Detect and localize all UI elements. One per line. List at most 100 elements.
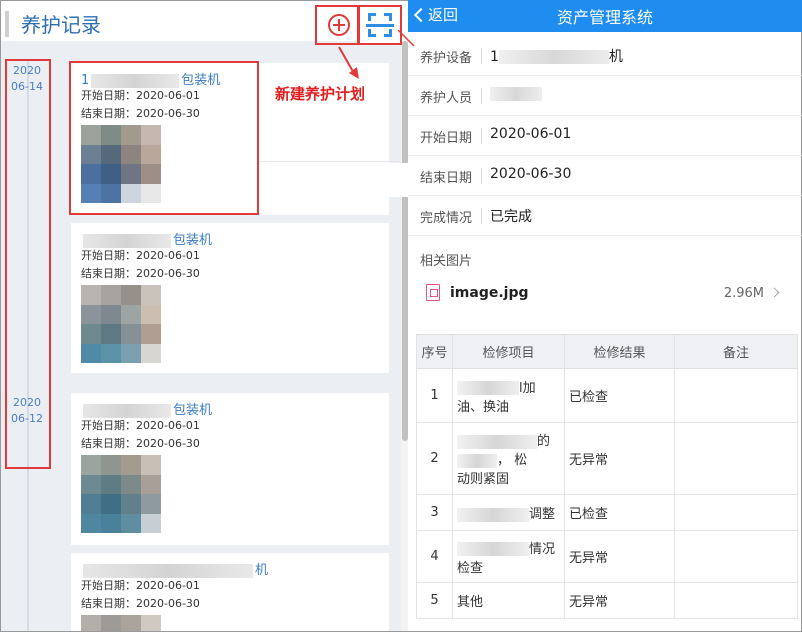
file-name: image.jpg [450,285,529,301]
record-card[interactable]: 包装机 开始日期：2020-06-01 结束日期：2020-06-30 [71,393,389,545]
thumbnail-tile [141,474,161,494]
page-title: 养护记录 [21,13,101,37]
record-start-date: 开始日期：2020-06-01 [81,249,200,262]
redacted-text [83,233,171,248]
row-result: 无异常 [564,582,675,619]
app-title: 资产管理系统 [556,8,653,27]
column-header: 检修项目 [452,334,565,369]
row-number: 1 [416,368,453,423]
redacted-text [490,87,542,101]
thumbnail-tile [101,513,121,533]
table-row: 1 l加 油、换油 已检查 [416,368,798,423]
redacted-text [498,50,609,64]
field-label: 结束日期 [420,171,473,186]
redacted-text [457,453,497,468]
record-name: 包装机 [81,399,379,418]
thumbnail-tile [141,494,161,514]
record-start-date: 开始日期：2020-06-01 [81,579,200,592]
header-accent-bar [5,11,9,37]
record-thumbnail[interactable] [81,455,161,533]
thumbnail-tile [101,615,121,631]
arrow-icon [338,46,359,79]
column-header: 序号 [416,334,453,369]
table-row: 2 的 ， 松 动则紧固 无异常 [416,422,798,495]
thumbnail-tile [121,455,141,475]
field-label: 养护人员 [420,91,473,106]
row-number: 5 [416,582,453,619]
thumbnail-tile [121,513,141,533]
file-size: 2.96M [723,286,764,301]
thumbnail-tile [121,494,141,514]
redacted-text [83,403,171,418]
add-plan-button[interactable] [315,5,359,45]
record-thumbnail[interactable] [81,615,161,631]
thumbnail-tile [141,615,161,631]
thumbnail-tile [81,324,101,344]
table-row: 5 其他 无异常 [416,582,798,619]
row-item: 情况 检查 [452,530,565,583]
thumbnail-tile [101,285,121,305]
thumbnail-tile [121,285,141,305]
row-item: 调整 [452,494,565,531]
table-row: 3 调整 已检查 [416,494,798,531]
thumbnail-tile [141,513,161,533]
card-divider [259,161,408,162]
record-name: 包装机 [81,229,379,248]
thumbnail-tile [121,324,141,344]
image-file-icon [426,284,440,301]
table-header-row: 序号 检修项目 检修结果 备注 [416,334,798,369]
redacted-text [457,542,529,556]
field-value [490,86,542,102]
field-equipment: 养护设备 1机 [408,36,802,76]
chevron-right-icon [769,287,780,298]
field-start-date: 开始日期 2020-06-01 [408,116,802,156]
field-value: 2020-06-30 [490,166,572,182]
row-item: l加 油、换油 [452,368,565,423]
thumbnail-tile [141,343,161,363]
thumbnail-tile [141,285,161,305]
column-header: 检修结果 [564,334,675,369]
thumbnail-tile [101,324,121,344]
thumbnail-tile [121,615,141,631]
field-end-date: 结束日期 2020-06-30 [408,156,802,196]
redacted-text [457,381,519,395]
thumbnail-tile [121,304,141,324]
record-card[interactable]: 机 开始日期：2020-06-01 结束日期：2020-06-30 [71,553,389,631]
blank-area [389,163,408,197]
field-label: 养护设备 [420,51,473,66]
thumbnail-tile [141,455,161,475]
record-end-date: 结束日期：2020-06-30 [81,437,200,450]
annotation-label: 新建养护计划 [275,85,366,103]
thumbnail-tile [101,494,121,514]
field-value: 已完成 [490,209,532,225]
thumbnail-tile [81,494,101,514]
plus-circle-icon [328,14,350,36]
record-thumbnail[interactable] [81,285,161,363]
images-label: 相关图片 [420,254,473,269]
redacted-text [457,434,537,449]
maintenance-list-panel: 养护记录 2020 06-14 2020 06-12 1 包装机 开始日期：202… [0,0,408,632]
thumbnail-tile [101,304,121,324]
thumbnail-tile [81,455,101,475]
row-result: 无异常 [564,422,675,495]
row-item: 其他 [452,582,565,619]
thumbnail-tile [121,474,141,494]
inspection-table: 序号 检修项目 检修结果 备注 1 l加 油、换油 已检查 2 的 ， 松 动则… [416,334,798,619]
thumbnail-tile [81,343,101,363]
thumbnail-tile [101,343,121,363]
back-button[interactable]: 返回 [412,4,458,25]
detail-panel: 资产管理系统 返回 养护设备 1机 养护人员 开始日期 2020-06-01 结… [398,0,802,632]
thumbnail-tile [81,513,101,533]
record-end-date: 结束日期：2020-06-30 [81,267,200,280]
thumbnail-tile [141,304,161,324]
row-note [674,582,798,619]
thumbnail-tile [101,474,121,494]
highlight-box [69,61,259,215]
record-card[interactable]: 包装机 开始日期：2020-06-01 结束日期：2020-06-30 [71,223,389,373]
field-value: 2020-06-01 [490,126,572,142]
record-start-date: 开始日期：2020-06-01 [81,419,200,432]
scan-button[interactable] [358,5,402,45]
attachment-row[interactable]: image.jpg 2.96M [408,278,802,310]
row-result: 已检查 [564,494,675,531]
highlight-box [5,59,51,469]
